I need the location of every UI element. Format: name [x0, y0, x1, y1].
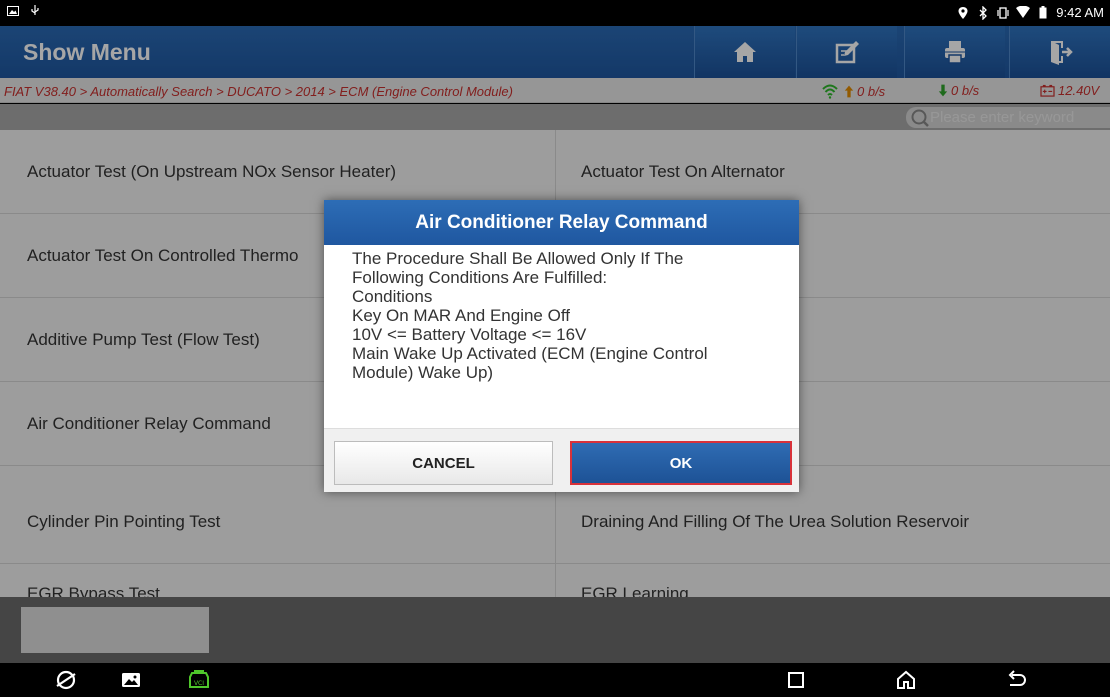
clock: 9:42 AM — [1056, 5, 1104, 20]
dialog-line: Conditions — [352, 287, 433, 306]
dialog-line: Key On MAR And Engine Off — [352, 306, 570, 325]
system-nav-bar: VCI — [0, 663, 1110, 697]
status-bar: 9:42 AM — [0, 0, 1110, 26]
dialog-line: 10V <= Battery Voltage <= 16V — [352, 325, 587, 344]
browser-icon[interactable] — [54, 668, 78, 692]
dialog-title: Air Conditioner Relay Command — [324, 200, 799, 245]
image-notification-icon — [6, 5, 20, 19]
dialog-body: The Procedure Shall Be Allowed Only If T… — [324, 245, 799, 428]
dialog-line: The Procedure Shall Be Allowed Only If T… — [352, 249, 684, 268]
usb-icon — [28, 5, 42, 19]
bluetooth-icon — [976, 4, 990, 21]
vibrate-icon — [996, 6, 1010, 20]
dialog-line: Main Wake Up Activated (ECM (Engine Cont… — [352, 344, 708, 363]
home-nav-icon[interactable] — [894, 668, 918, 692]
ok-button[interactable]: OK — [570, 441, 792, 485]
dialog-footer: CANCEL OK — [324, 428, 799, 492]
location-icon — [956, 6, 970, 20]
dialog-line: Module) Wake Up) — [352, 363, 494, 382]
confirm-dialog: Air Conditioner Relay Command The Proced… — [324, 200, 799, 492]
recent-apps-icon[interactable] — [784, 668, 808, 692]
dialog-line: Following Conditions Are Fulfilled: — [352, 268, 608, 287]
battery-icon — [1036, 5, 1050, 20]
vci-icon[interactable]: VCI — [187, 668, 211, 692]
wifi-signal-icon — [1016, 5, 1031, 20]
gallery-icon[interactable] — [119, 668, 143, 692]
svg-text:VCI: VCI — [194, 680, 204, 687]
back-icon[interactable] — [1004, 668, 1028, 692]
cancel-button[interactable]: CANCEL — [334, 441, 553, 485]
